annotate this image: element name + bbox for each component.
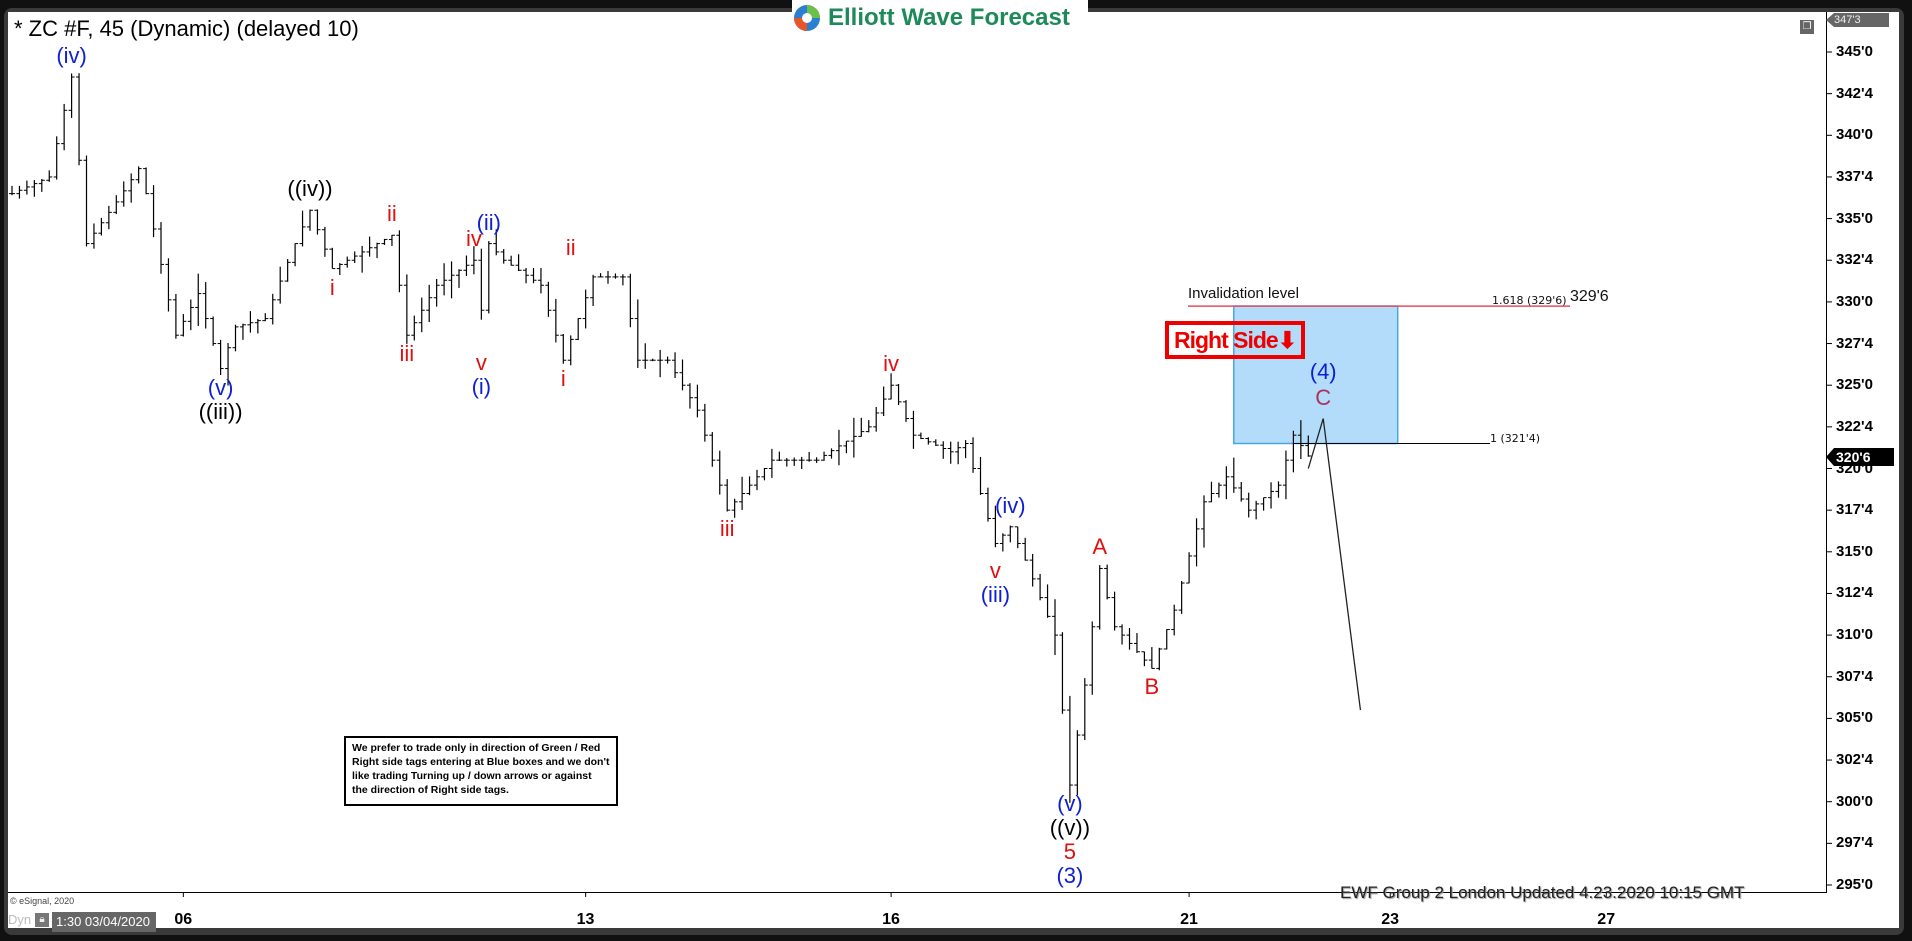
price-tick-label: 312'4 — [1836, 584, 1873, 602]
price-tick-label: 327'4 — [1836, 334, 1873, 352]
time-tick-label: 27 — [1597, 911, 1616, 928]
price-tick-label: 302'4 — [1836, 751, 1873, 769]
wave-label: (4) — [1309, 358, 1337, 384]
top-price-tag: 347'3 — [1826, 13, 1889, 27]
wave-label: iv — [883, 351, 900, 377]
price-tick-label: 310'0 — [1836, 626, 1873, 644]
time-tick-label: 06 — [174, 911, 193, 928]
wave-label: ((iii)) — [198, 398, 243, 424]
wave-label: A — [1092, 534, 1108, 560]
invalidation-label: Invalidation level — [1188, 285, 1299, 302]
update-footer: EWF Group 2 London Updated 4.23.2020 10:… — [1340, 883, 1745, 902]
price-tick-label: 305'0 — [1836, 709, 1873, 727]
wave-label: v — [989, 557, 1001, 583]
price-tick-label: 307'4 — [1836, 667, 1873, 685]
wave-label: ii — [565, 234, 576, 260]
time-tick-label: 21 — [1180, 911, 1198, 928]
wave-label: v — [475, 349, 487, 375]
price-tick-label: 297'4 — [1836, 834, 1873, 852]
wave-label: i — [560, 366, 566, 392]
wave-label: (ii) — [476, 209, 502, 235]
wave-label: iii — [399, 341, 415, 367]
copyright: © eSignal, 2020 — [10, 896, 75, 906]
time-tick-label: 13 — [576, 911, 595, 928]
wave-label: (iv) — [995, 492, 1026, 518]
right-side-label: Right Side — [1173, 326, 1279, 353]
wave-label: (iii) — [980, 581, 1011, 607]
price-tick-label: 315'0 — [1836, 542, 1873, 560]
lock-icon[interactable]: 🔒︎ — [35, 913, 49, 927]
restore-window-icon[interactable]: ❐ — [1800, 20, 1814, 34]
brand-name: Elliott Wave Forecast — [828, 4, 1070, 31]
brand-logo: Elliott Wave Forecast — [792, 0, 1088, 36]
fib-1618-label: 1.618 (329'6) — [1492, 294, 1567, 307]
chart-svg — [9, 51, 1832, 897]
price-tick-label: 325'0 — [1836, 376, 1873, 394]
wave-label: (v) — [207, 374, 234, 400]
right-side-tag: Right Side ⬇ — [1165, 321, 1305, 359]
projection-path — [1307, 418, 1362, 711]
time-tick-label: 16 — [882, 911, 900, 928]
price-tick-label: 322'4 — [1836, 417, 1873, 435]
dynamic-mode-label[interactable]: Dyn — [8, 912, 31, 927]
price-tick-label: 295'0 — [1836, 876, 1873, 893]
price-tick-label: 335'0 — [1836, 209, 1873, 227]
chart-title: * ZC #F, 45 (Dynamic) (delayed 10) — [14, 16, 359, 41]
wave-label: i — [329, 274, 335, 300]
wave-label: ii — [387, 201, 397, 227]
price-tick-label: 345'0 — [1836, 43, 1873, 60]
wave-label: ((v)) — [1049, 815, 1091, 841]
wave-label: (v) — [1057, 791, 1083, 817]
trading-note: We prefer to trade only in direction of … — [344, 736, 618, 806]
price-tick-label: 300'0 — [1836, 792, 1873, 810]
price-tick-label: 332'4 — [1836, 251, 1873, 269]
price-tick-label: 337'4 — [1836, 167, 1873, 185]
arrow-down-icon: ⬇ — [1277, 326, 1297, 353]
price-tick-label: 342'4 — [1836, 84, 1873, 102]
price-tick-label: 330'0 — [1836, 292, 1873, 310]
fib-1-label: 1 (321'4) — [1490, 432, 1541, 445]
wave-label: (3) — [1056, 863, 1084, 889]
wave-label: B — [1144, 674, 1160, 700]
wave-label: iii — [719, 516, 735, 542]
wave-label: C — [1315, 384, 1332, 410]
cursor-datetime: 1:30 03/04/2020 — [52, 912, 156, 932]
wave-label: (iv) — [56, 42, 87, 68]
fib-1618-price: 329'6 — [1570, 288, 1609, 305]
price-tick-label: 340'0 — [1836, 126, 1873, 144]
price-tick-label: 320'0 — [1836, 459, 1873, 477]
time-tick-label: 23 — [1381, 911, 1400, 928]
wave-label: (i) — [471, 373, 492, 399]
wave-label: 5 — [1063, 839, 1077, 865]
price-tick-label: 317'4 — [1836, 501, 1873, 519]
wave-label: ((iv)) — [287, 176, 333, 202]
brand-logo-icon — [794, 5, 820, 31]
